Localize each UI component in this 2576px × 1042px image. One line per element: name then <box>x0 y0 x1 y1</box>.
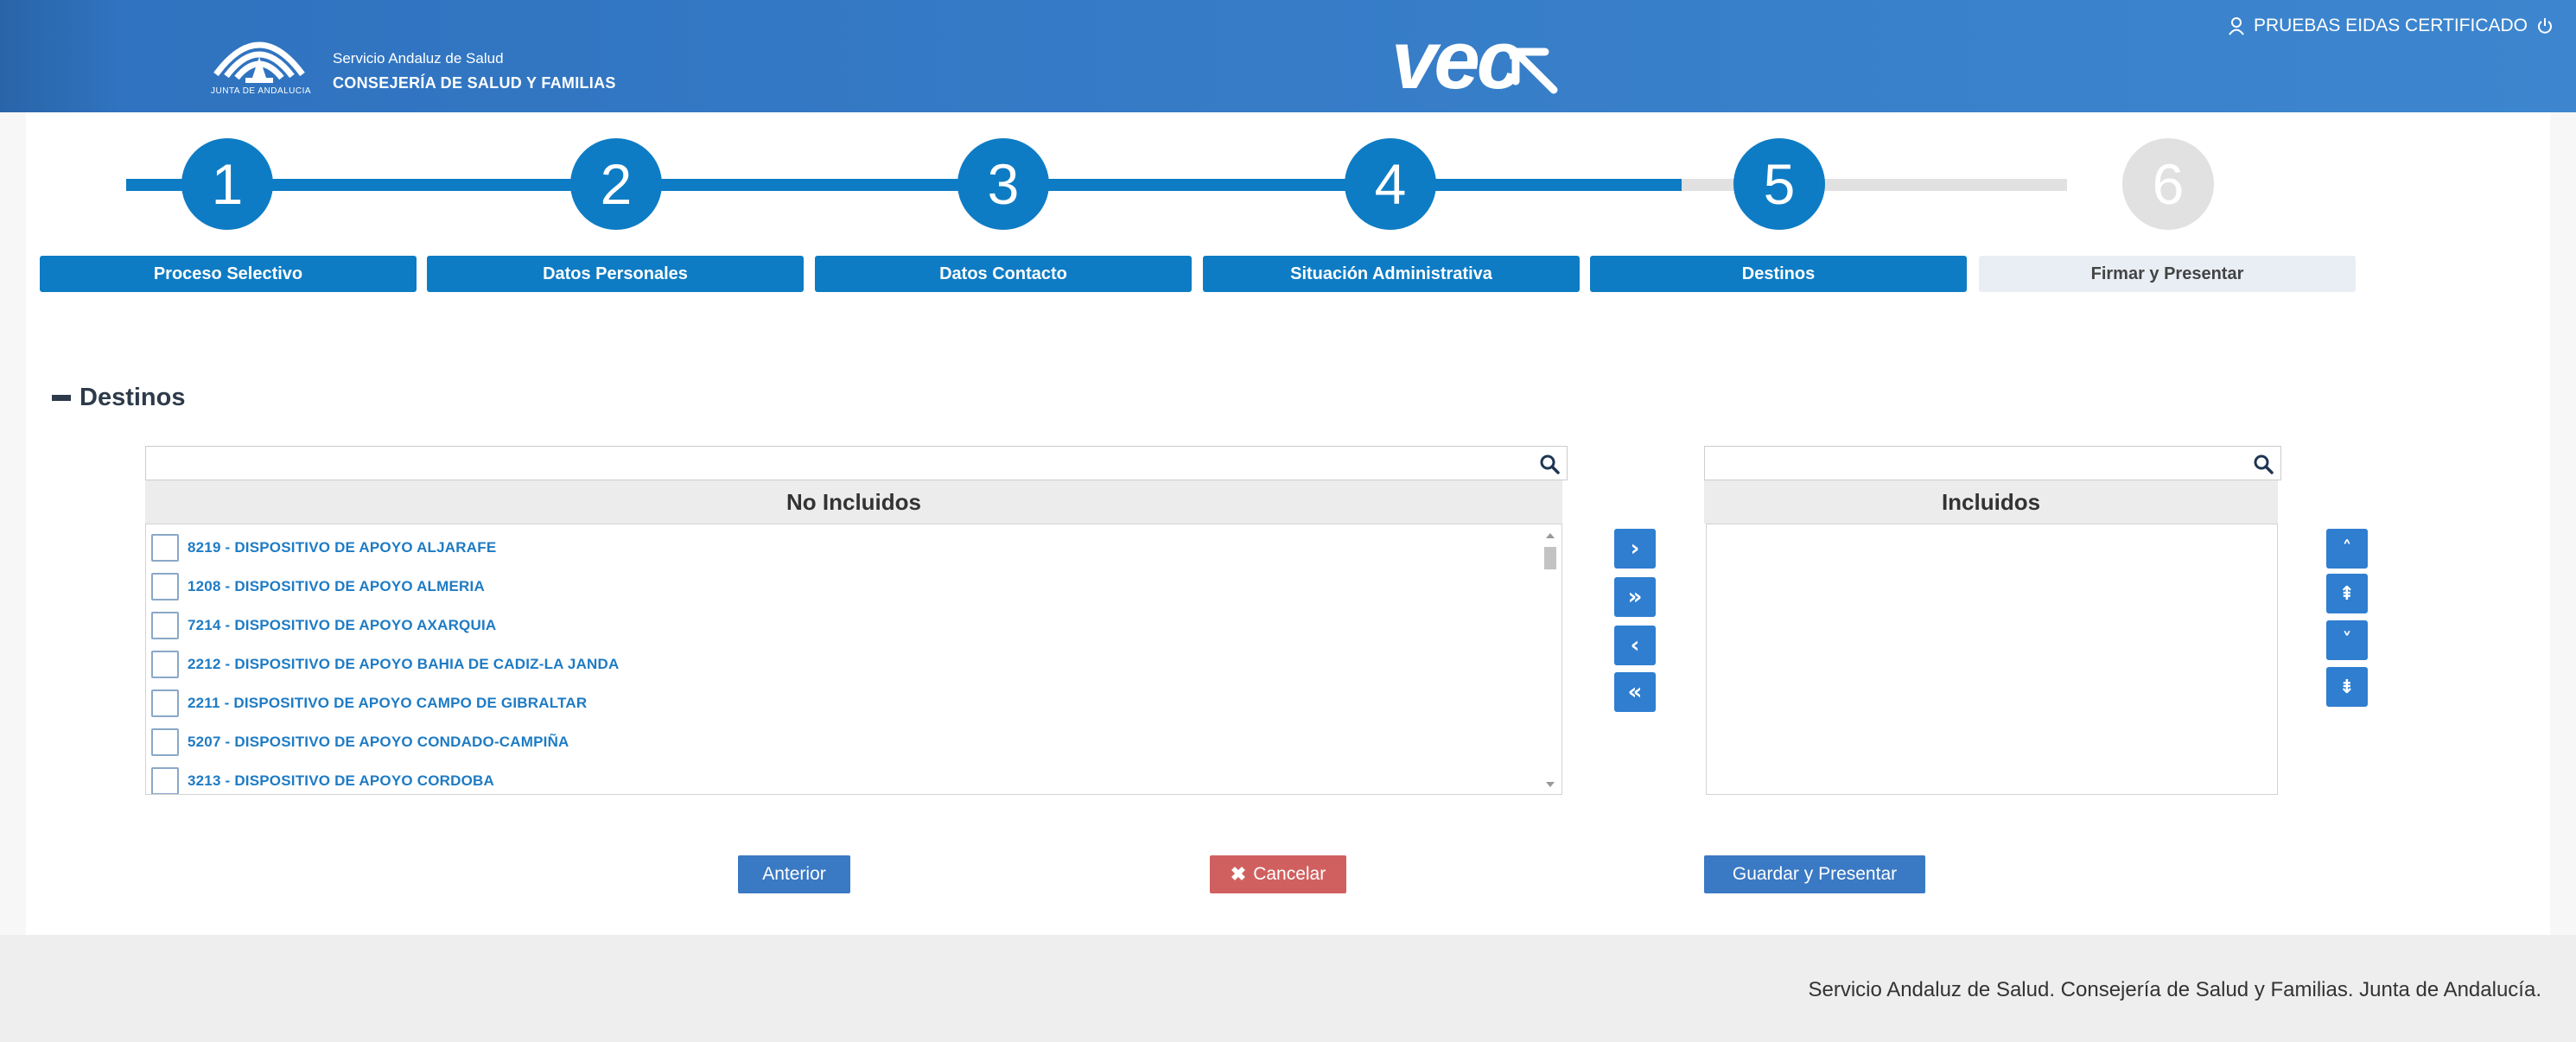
left-search-box <box>145 446 1568 480</box>
step-4-circle[interactable]: 4 <box>1345 138 1436 230</box>
section-title: Destinos <box>80 384 186 411</box>
item-checkbox[interactable] <box>151 689 179 717</box>
move-selected-left-button[interactable]: ‹ <box>1614 626 1656 665</box>
list-item[interactable]: 2212 - DISPOSITIVO DE APOYO BAHIA DE CAD… <box>151 650 620 679</box>
item-checkbox[interactable] <box>151 767 179 794</box>
step-1-circle[interactable]: 1 <box>181 138 273 230</box>
page-footer: Servicio Andaluz de Salud. Consejería de… <box>0 935 2576 1042</box>
user-icon <box>2229 17 2244 35</box>
step-tab-proceso-selectivo[interactable]: Proceso Selectivo <box>40 256 417 292</box>
progress-line-complete <box>126 179 1682 191</box>
right-search-input[interactable] <box>1705 447 2280 480</box>
right-margin <box>2550 112 2576 935</box>
item-checkbox[interactable] <box>151 573 179 600</box>
move-all-right-button[interactable]: » <box>1614 577 1656 617</box>
step-tab-datos-contacto[interactable]: Datos Contacto <box>815 256 1192 292</box>
item-checkbox[interactable] <box>151 534 179 562</box>
move-down-button[interactable]: ˅ <box>2326 620 2368 660</box>
list-item[interactable]: 5207 - DISPOSITIVO DE APOYO CONDADO-CAMP… <box>151 727 569 757</box>
left-search-input[interactable] <box>146 447 1567 480</box>
move-top-button[interactable]: ⇞ <box>2326 574 2368 613</box>
org-department: CONSEJERÍA DE SALUD Y FAMILIAS <box>333 74 616 92</box>
item-label: 5207 - DISPOSITIVO DE APOYO CONDADO-CAMP… <box>188 734 569 750</box>
item-label: 1208 - DISPOSITIVO DE APOYO ALMERIA <box>188 578 485 594</box>
step-3-circle[interactable]: 3 <box>957 138 1049 230</box>
scroll-thumb[interactable] <box>1544 547 1556 569</box>
footer-text: Servicio Andaluz de Salud. Consejería de… <box>1808 978 2541 1001</box>
step-5-circle[interactable]: 5 <box>1733 138 1825 230</box>
move-all-left-button[interactable]: « <box>1614 672 1656 712</box>
cancelar-label: Cancelar <box>1253 864 1326 884</box>
guardar-presentar-button[interactable]: Guardar y Presentar <box>1704 855 1925 893</box>
app-header: JUNTA DE ANDALUCIA Servicio Andaluz de S… <box>0 0 2576 112</box>
list-item[interactable]: 7214 - DISPOSITIVO DE APOYO AXARQUIA <box>151 611 496 640</box>
step-tab-destinos[interactable]: Destinos <box>1590 256 1967 292</box>
list-no-incluidos[interactable]: 8219 - DISPOSITIVO DE APOYO ALJARAFE 120… <box>145 524 1562 795</box>
user-name: PRUEBAS EIDAS CERTIFICADO <box>2253 16 2528 35</box>
item-label: 2212 - DISPOSITIVO DE APOYO BAHIA DE CAD… <box>188 656 620 672</box>
list-item[interactable]: 8219 - DISPOSITIVO DE APOYO ALJARAFE <box>151 533 496 562</box>
cancelar-button[interactable]: ✖ Cancelar <box>1210 855 1346 893</box>
move-bottom-button[interactable]: ⇟ <box>2326 667 2368 707</box>
close-icon: ✖ <box>1230 863 1247 885</box>
item-checkbox[interactable] <box>151 651 179 678</box>
vec-logo-text: vec <box>1391 14 1523 106</box>
scroll-down-arrow-icon[interactable] <box>1546 782 1555 787</box>
list-header-incluidos: Incluidos <box>1704 480 2278 524</box>
step-2-circle[interactable]: 2 <box>570 138 662 230</box>
item-label: 8219 - DISPOSITIVO DE APOYO ALJARAFE <box>188 539 497 556</box>
item-checkbox[interactable] <box>151 612 179 639</box>
right-search-box <box>1704 446 2281 480</box>
scroll-up-arrow-icon[interactable] <box>1546 533 1555 538</box>
step-tab-firmar-presentar: Firmar y Presentar <box>1979 256 2356 292</box>
move-up-button[interactable]: ˄ <box>2326 529 2368 569</box>
search-icon[interactable] <box>1539 454 1560 474</box>
step-tab-situacion-administrativa[interactable]: Situación Administrativa <box>1203 256 1580 292</box>
list-item[interactable]: 1208 - DISPOSITIVO DE APOYO ALMERIA <box>151 572 485 601</box>
item-label: 2211 - DISPOSITIVO DE APOYO CAMPO DE GIB… <box>188 695 588 711</box>
list-item[interactable]: 2211 - DISPOSITIVO DE APOYO CAMPO DE GIB… <box>151 689 587 718</box>
cursor-arrow-icon <box>1511 48 1558 94</box>
org-name: Servicio Andaluz de Salud <box>333 50 504 67</box>
item-label: 3213 - DISPOSITIVO DE APOYO CORDOBA <box>188 772 494 789</box>
power-icon[interactable] <box>2536 16 2554 35</box>
search-icon[interactable] <box>2253 454 2274 474</box>
step-6-circle: 6 <box>2122 138 2214 230</box>
section-header-destinos[interactable]: Destinos <box>52 384 185 412</box>
anterior-button[interactable]: Anterior <box>738 855 850 893</box>
minus-icon <box>52 395 71 401</box>
list-scrollbar[interactable] <box>1542 528 1558 791</box>
item-label: 7214 - DISPOSITIVO DE APOYO AXARQUIA <box>188 617 497 633</box>
move-selected-right-button[interactable]: › <box>1614 529 1656 569</box>
left-margin <box>0 112 26 935</box>
user-menu[interactable]: PRUEBAS EIDAS CERTIFICADO <box>2228 16 2554 36</box>
list-header-no-incluidos: No Incluidos <box>145 480 1562 524</box>
item-checkbox[interactable] <box>151 728 179 756</box>
step-tab-datos-personales[interactable]: Datos Personales <box>427 256 804 292</box>
list-incluidos[interactable] <box>1706 524 2278 795</box>
header-shade <box>0 0 121 112</box>
logo-caption: JUNTA DE ANDALUCIA <box>211 86 312 96</box>
list-item[interactable]: 3213 - DISPOSITIVO DE APOYO CORDOBA <box>151 766 494 794</box>
